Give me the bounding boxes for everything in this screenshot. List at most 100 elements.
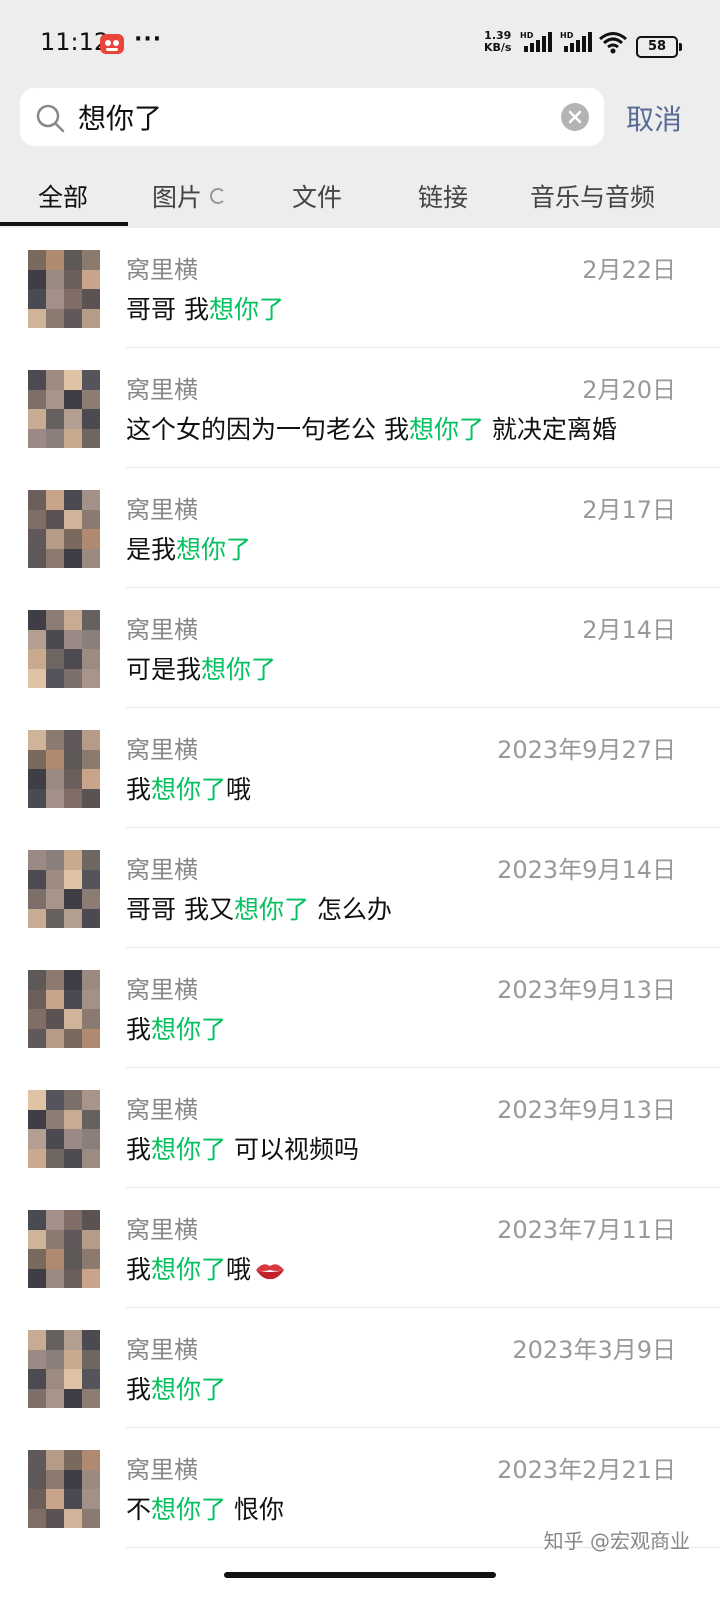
preview-text-before: 不	[126, 1495, 152, 1524]
preview-match-highlight: 想你了	[151, 1255, 227, 1284]
search-box[interactable]	[20, 88, 604, 146]
message-preview: 我想你了 可以视频吗	[126, 1130, 359, 1166]
avatar	[28, 970, 100, 1048]
message-preview: 不想你了 恨你	[126, 1490, 284, 1526]
preview-match-highlight: 想你了	[151, 1375, 227, 1404]
sender-name: 窝里横	[126, 736, 198, 764]
avatar	[28, 1450, 100, 1528]
search-result-item[interactable]: 窝里横 2023年7月11日 我想你了哦	[0, 1188, 720, 1308]
search-result-item[interactable]: 窝里横 2023年9月13日我想你了 可以视频吗	[0, 1068, 720, 1188]
preview-match-highlight: 想你了	[151, 1135, 227, 1164]
sender-name: 窝里横	[126, 496, 198, 524]
sender-name: 窝里横	[126, 976, 198, 1004]
network-speed-unit: KB/s	[484, 41, 512, 54]
top-area: 11:12 ··· 1.39 KB/s HD HD 58 想你了 取消 全部 图…	[0, 0, 720, 228]
message-preview: 我想你了	[126, 1370, 226, 1406]
cancel-button[interactable]: 取消	[626, 98, 682, 138]
preview-match-highlight: 想你了	[233, 895, 309, 924]
message-preview: 我想你了哦	[126, 770, 251, 806]
search-results-list: 窝里横 2月22日 哥哥 我想你了 窝里横 2月20日 这个女的因为一句老公 我想你了 就…	[0, 228, 720, 1558]
clear-search-icon[interactable]	[560, 102, 590, 132]
search-result-item[interactable]: 窝里横 2023年9月13日我想你了	[0, 948, 720, 1068]
avatar	[28, 1210, 100, 1288]
active-tab-indicator	[0, 222, 128, 226]
avatar	[28, 850, 100, 928]
preview-text-before: 我	[126, 1015, 152, 1044]
sender-name: 窝里横	[126, 1336, 198, 1364]
preview-text-before: 我	[126, 1375, 152, 1404]
tab-all[interactable]: 全部	[38, 178, 88, 214]
avatar	[28, 370, 100, 448]
sender-name: 窝里横	[126, 1096, 198, 1124]
loading-spinner-icon	[210, 188, 227, 204]
preview-text-before: 哥哥 我	[126, 295, 209, 324]
message-date: 2023年2月21日	[497, 1456, 676, 1484]
search-result-item[interactable]: 窝里横 2023年3月9日我想你了	[0, 1308, 720, 1428]
home-indicator[interactable]	[224, 1572, 496, 1578]
preview-text-before: 哥哥 我又	[126, 895, 234, 924]
sender-name: 窝里横	[126, 856, 198, 884]
preview-match-highlight: 想你了	[151, 1495, 227, 1524]
tab-files[interactable]: 文件	[292, 178, 342, 214]
sender-name: 窝里横	[126, 1216, 198, 1244]
search-result-item[interactable]: 窝里横 2023年9月27日我想你了哦	[0, 708, 720, 828]
filter-tabs: 全部 图片 文件 链接 音乐与音频	[0, 160, 720, 228]
sender-name: 窝里横	[126, 1456, 198, 1484]
signal-strength-icon: HD	[560, 31, 592, 52]
preview-text-before: 我	[126, 1135, 152, 1164]
preview-text-before: 可是我	[126, 655, 202, 684]
message-date: 2月17日	[582, 496, 676, 524]
tab-music-audio[interactable]: 音乐与音频	[530, 178, 655, 214]
message-date: 2月14日	[582, 616, 676, 644]
message-preview: 可是我想你了	[126, 650, 276, 686]
message-preview: 我想你了	[126, 1010, 226, 1046]
message-date: 2月20日	[582, 376, 676, 404]
avatar	[28, 1090, 100, 1168]
preview-match-highlight: 想你了	[201, 655, 277, 684]
preview-match-highlight: 想你了	[176, 535, 252, 564]
preview-text-before: 我	[126, 775, 152, 804]
preview-text-after: 可以视频吗	[226, 1135, 359, 1164]
preview-text-before: 我	[126, 1255, 152, 1284]
message-date: 2023年3月9日	[512, 1336, 676, 1364]
preview-match-highlight: 想你了	[151, 775, 227, 804]
avatar	[28, 1330, 100, 1408]
avatar	[28, 730, 100, 808]
tab-images[interactable]: 图片	[152, 178, 227, 214]
message-preview: 是我想你了	[126, 530, 251, 566]
avatar	[28, 610, 100, 688]
sender-name: 窝里横	[126, 376, 198, 404]
preview-match-highlight: 想你了	[208, 295, 284, 324]
battery-icon: 58	[636, 36, 682, 58]
kiss-lips-icon	[256, 1264, 285, 1280]
message-preview: 这个女的因为一句老公 我想你了 就决定离婚	[126, 410, 617, 446]
avatar	[28, 490, 100, 568]
preview-text-after: 恨你	[226, 1495, 284, 1524]
search-result-item[interactable]: 窝里横 2月14日可是我想你了	[0, 588, 720, 708]
message-preview: 哥哥 我想你了	[126, 290, 284, 326]
search-result-item[interactable]: 窝里横 2023年9月14日 哥哥 我又想你了 怎么办	[0, 828, 720, 948]
message-preview: 我想你了哦	[126, 1250, 285, 1286]
message-date: 2023年9月13日	[497, 1096, 676, 1124]
preview-text-before: 这个女的因为一句老公 我	[126, 415, 409, 444]
search-result-item[interactable]: 窝里横 2月22日 哥哥 我想你了	[0, 228, 720, 348]
search-result-item[interactable]: 窝里横 2月17日是我想你了	[0, 468, 720, 588]
search-input[interactable]	[78, 88, 548, 146]
preview-text-after: 就决定离婚	[483, 415, 617, 444]
message-date: 2023年9月14日	[497, 856, 676, 884]
message-date: 2023年9月13日	[497, 976, 676, 1004]
message-date: 2023年9月27日	[497, 736, 676, 764]
sender-name: 窝里横	[126, 616, 198, 644]
signal-hd-label: HD	[560, 31, 574, 40]
preview-text-after: 哦	[226, 1255, 252, 1284]
signal-hd-label: HD	[520, 31, 534, 40]
preview-match-highlight: 想你了	[151, 1015, 227, 1044]
signal-strength-icon: HD	[520, 31, 552, 52]
app-notification-icon	[100, 34, 124, 54]
sender-name: 窝里横	[126, 256, 198, 284]
preview-text-after: 哦	[226, 775, 252, 804]
search-bar: 取消	[0, 88, 720, 148]
search-result-item[interactable]: 窝里横 2月20日这个女的因为一句老公 我想你了 就决定离婚	[0, 348, 720, 468]
tab-links[interactable]: 链接	[418, 178, 468, 214]
status-bar: 11:12 ··· 1.39 KB/s HD HD 58	[0, 0, 720, 92]
